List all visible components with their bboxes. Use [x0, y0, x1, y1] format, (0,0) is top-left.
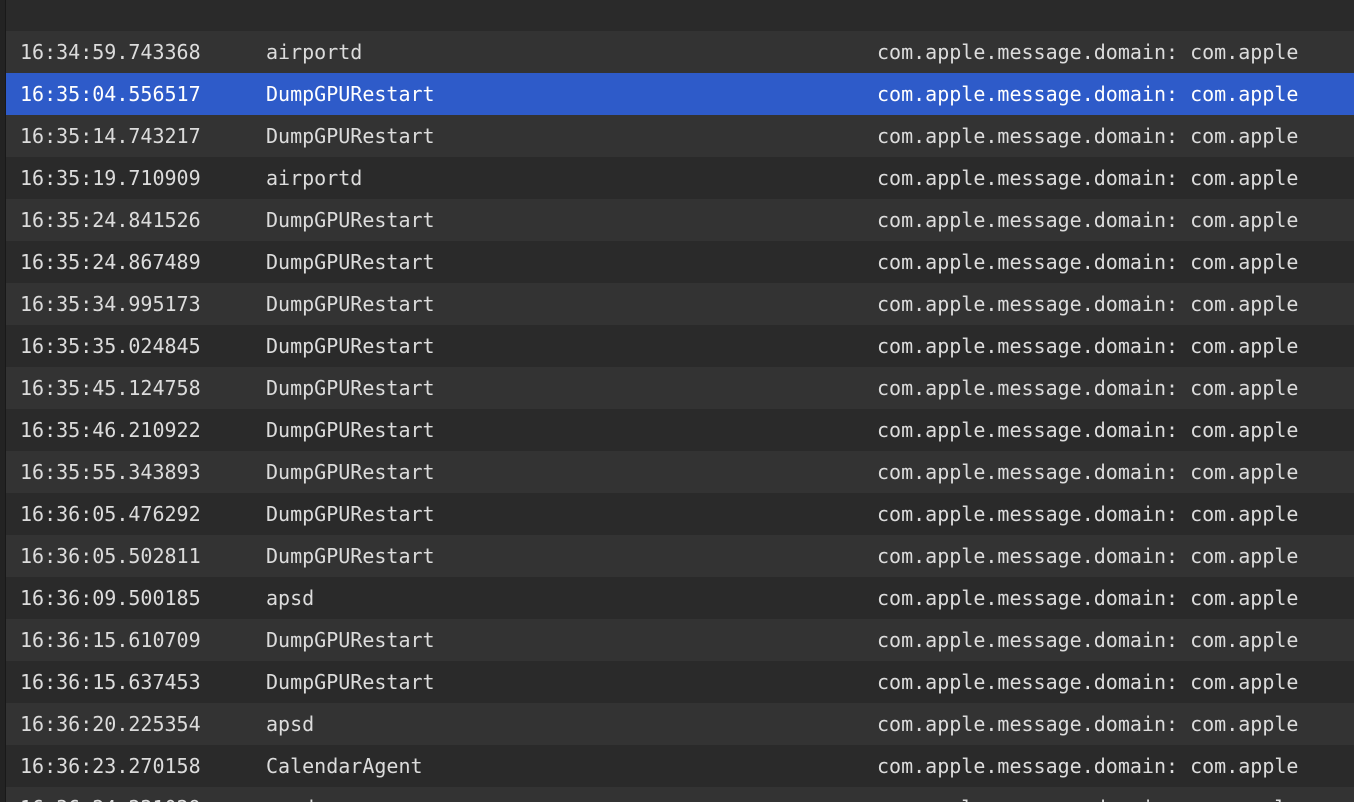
log-row[interactable]: 16:35:45.124758 DumpGPURestart com.apple.m… — [6, 367, 1354, 409]
log-process: DumpGPURestart — [266, 418, 435, 442]
log-process: apsd — [266, 712, 315, 736]
log-row[interactable]: 16:34:59.743368 airportd com.apple.message… — [6, 31, 1354, 73]
log-process: apsd — [266, 586, 315, 610]
log-time: 16:36:15.610709 — [20, 628, 201, 652]
log-row[interactable]: 16:35:35.024845 DumpGPURestart com.apple.m… — [6, 325, 1354, 367]
log-time: 16:36:05.476292 — [20, 502, 201, 526]
log-process: CalendarAgent — [266, 754, 423, 778]
log-row[interactable]: 16:36:23.270158 CalendarAgent com.apple.me… — [6, 745, 1354, 787]
log-process: airportd — [266, 166, 363, 190]
log-message: com.apple.message.domain: com.apple — [877, 40, 1299, 64]
log-process: DumpGPURestart — [266, 334, 435, 358]
log-row[interactable]: 16:36:05.476292 DumpGPURestart com.apple.m… — [6, 493, 1354, 535]
log-message: com.apple.message.domain: com.apple — [877, 292, 1299, 316]
log-process: DumpGPURestart — [266, 208, 435, 232]
log-process: DumpGPURestart — [266, 502, 435, 526]
log-row[interactable]: 16:36:09.500185 apsd com.apple.message.dom… — [6, 577, 1354, 619]
log-message: com.apple.message.domain: com.apple — [877, 208, 1299, 232]
log-message: com.apple.message.domain: com.apple — [877, 754, 1299, 778]
log-time: 16:35:55.343893 — [20, 460, 201, 484]
log-message: com.apple.message.domain: com.apple — [877, 586, 1299, 610]
log-rows: 16:34:59.743368 airportd com.apple.message… — [6, 0, 1354, 802]
log-time: 16:36:15.637453 — [20, 670, 201, 694]
log-process: DumpGPURestart — [266, 460, 435, 484]
log-row[interactable]: 16:35:34.995173 DumpGPURestart com.apple.m… — [6, 283, 1354, 325]
log-message: com.apple.message.domain: com.apple — [877, 460, 1299, 484]
log-message: com.apple.message.domain: com.apple — [877, 124, 1299, 148]
log-time: 16:35:34.995173 — [20, 292, 201, 316]
log-message: com.apple.message.domain: com.apple — [877, 166, 1299, 190]
log-message: com.apple.message.domain: com.apple — [877, 670, 1299, 694]
log-time: 16:35:24.841526 — [20, 208, 201, 232]
log-process: DumpGPURestart — [266, 82, 435, 106]
log-time: 16:36:23.270158 — [20, 754, 201, 778]
log-process: apsd — [266, 787, 856, 802]
log-message: com.apple.message.domain: com.apple — [877, 712, 1299, 736]
log-process: DumpGPURestart — [266, 124, 435, 148]
log-message: com.apple.message.domain: com.apple — [877, 628, 1299, 652]
log-process: DumpGPURestart — [266, 628, 435, 652]
log-row[interactable]: 16:36:15.637453 DumpGPURestart com.apple.m… — [6, 661, 1354, 703]
log-message: com.apple.message.domain: com.apple — [877, 544, 1299, 568]
log-row[interactable]: 16:36:15.610709 DumpGPURestart com.apple.m… — [6, 619, 1354, 661]
log-list[interactable]: 16:34:59.743368 airportd com.apple.message… — [0, 0, 1354, 802]
log-row[interactable]: 16:36:20.225354 apsd com.apple.message.dom… — [6, 703, 1354, 745]
log-time: 16:35:24.867489 — [20, 250, 201, 274]
log-process: DumpGPURestart — [266, 376, 435, 400]
log-time — [20, 0, 250, 31]
log-row[interactable]: 16:35:24.841526 DumpGPURestart com.apple.m… — [6, 199, 1354, 241]
log-time: 16:36:05.502811 — [20, 544, 201, 568]
log-process: DumpGPURestart — [266, 250, 435, 274]
log-time: 16:35:14.743217 — [20, 124, 201, 148]
log-time: 16:35:35.024845 — [20, 334, 201, 358]
log-time: 16:36:09.500185 — [20, 586, 201, 610]
log-row[interactable]: 16:35:19.710909 airportd com.apple.message… — [6, 157, 1354, 199]
log-time: 16:35:45.124758 — [20, 376, 201, 400]
log-row[interactable]: 16:36:05.502811 DumpGPURestart com.apple.m… — [6, 535, 1354, 577]
log-time: 16:34:59.743368 — [20, 40, 201, 64]
log-row[interactable] — [6, 0, 1354, 31]
log-row[interactable]: 16:35:46.210922 DumpGPURestart com.apple.m… — [6, 409, 1354, 451]
log-time: 16:35:04.556517 — [20, 82, 201, 106]
log-message — [877, 0, 1354, 31]
log-message: com.apple.message.domain: com.apple — [877, 82, 1299, 106]
log-time: 16:35:46.210922 — [20, 418, 201, 442]
log-process: DumpGPURestart — [266, 292, 435, 316]
log-message: com.apple.message.domain: com.apple — [877, 502, 1299, 526]
log-message: com.apple.message.domain: com.apple — [877, 418, 1299, 442]
log-row[interactable]: 16:35:14.743217 DumpGPURestart com.apple.m… — [6, 115, 1354, 157]
log-time: 16:35:19.710909 — [20, 166, 201, 190]
log-time: 16:36:20.225354 — [20, 712, 201, 736]
log-process: DumpGPURestart — [266, 544, 435, 568]
log-process: DumpGPURestart — [266, 670, 435, 694]
log-row[interactable]: 16:35:24.867489 DumpGPURestart com.apple.m… — [6, 241, 1354, 283]
log-row[interactable]: 16:36:24.221029 apsd com.apple.message.dom… — [6, 787, 1354, 802]
log-row-selected[interactable]: 16:35:04.556517 DumpGPURestart com.apple.m… — [6, 73, 1354, 115]
log-message: com.apple.message.domain: com.apple — [877, 376, 1299, 400]
log-process: airportd — [266, 40, 363, 64]
log-time: 16:36:24.221029 — [20, 787, 250, 802]
log-process — [266, 0, 856, 31]
log-row[interactable]: 16:35:55.343893 DumpGPURestart com.apple.m… — [6, 451, 1354, 493]
log-message: com.apple.message.domain: com.apple — [877, 787, 1354, 802]
log-message: com.apple.message.domain: com.apple — [877, 334, 1299, 358]
log-message: com.apple.message.domain: com.apple — [877, 250, 1299, 274]
